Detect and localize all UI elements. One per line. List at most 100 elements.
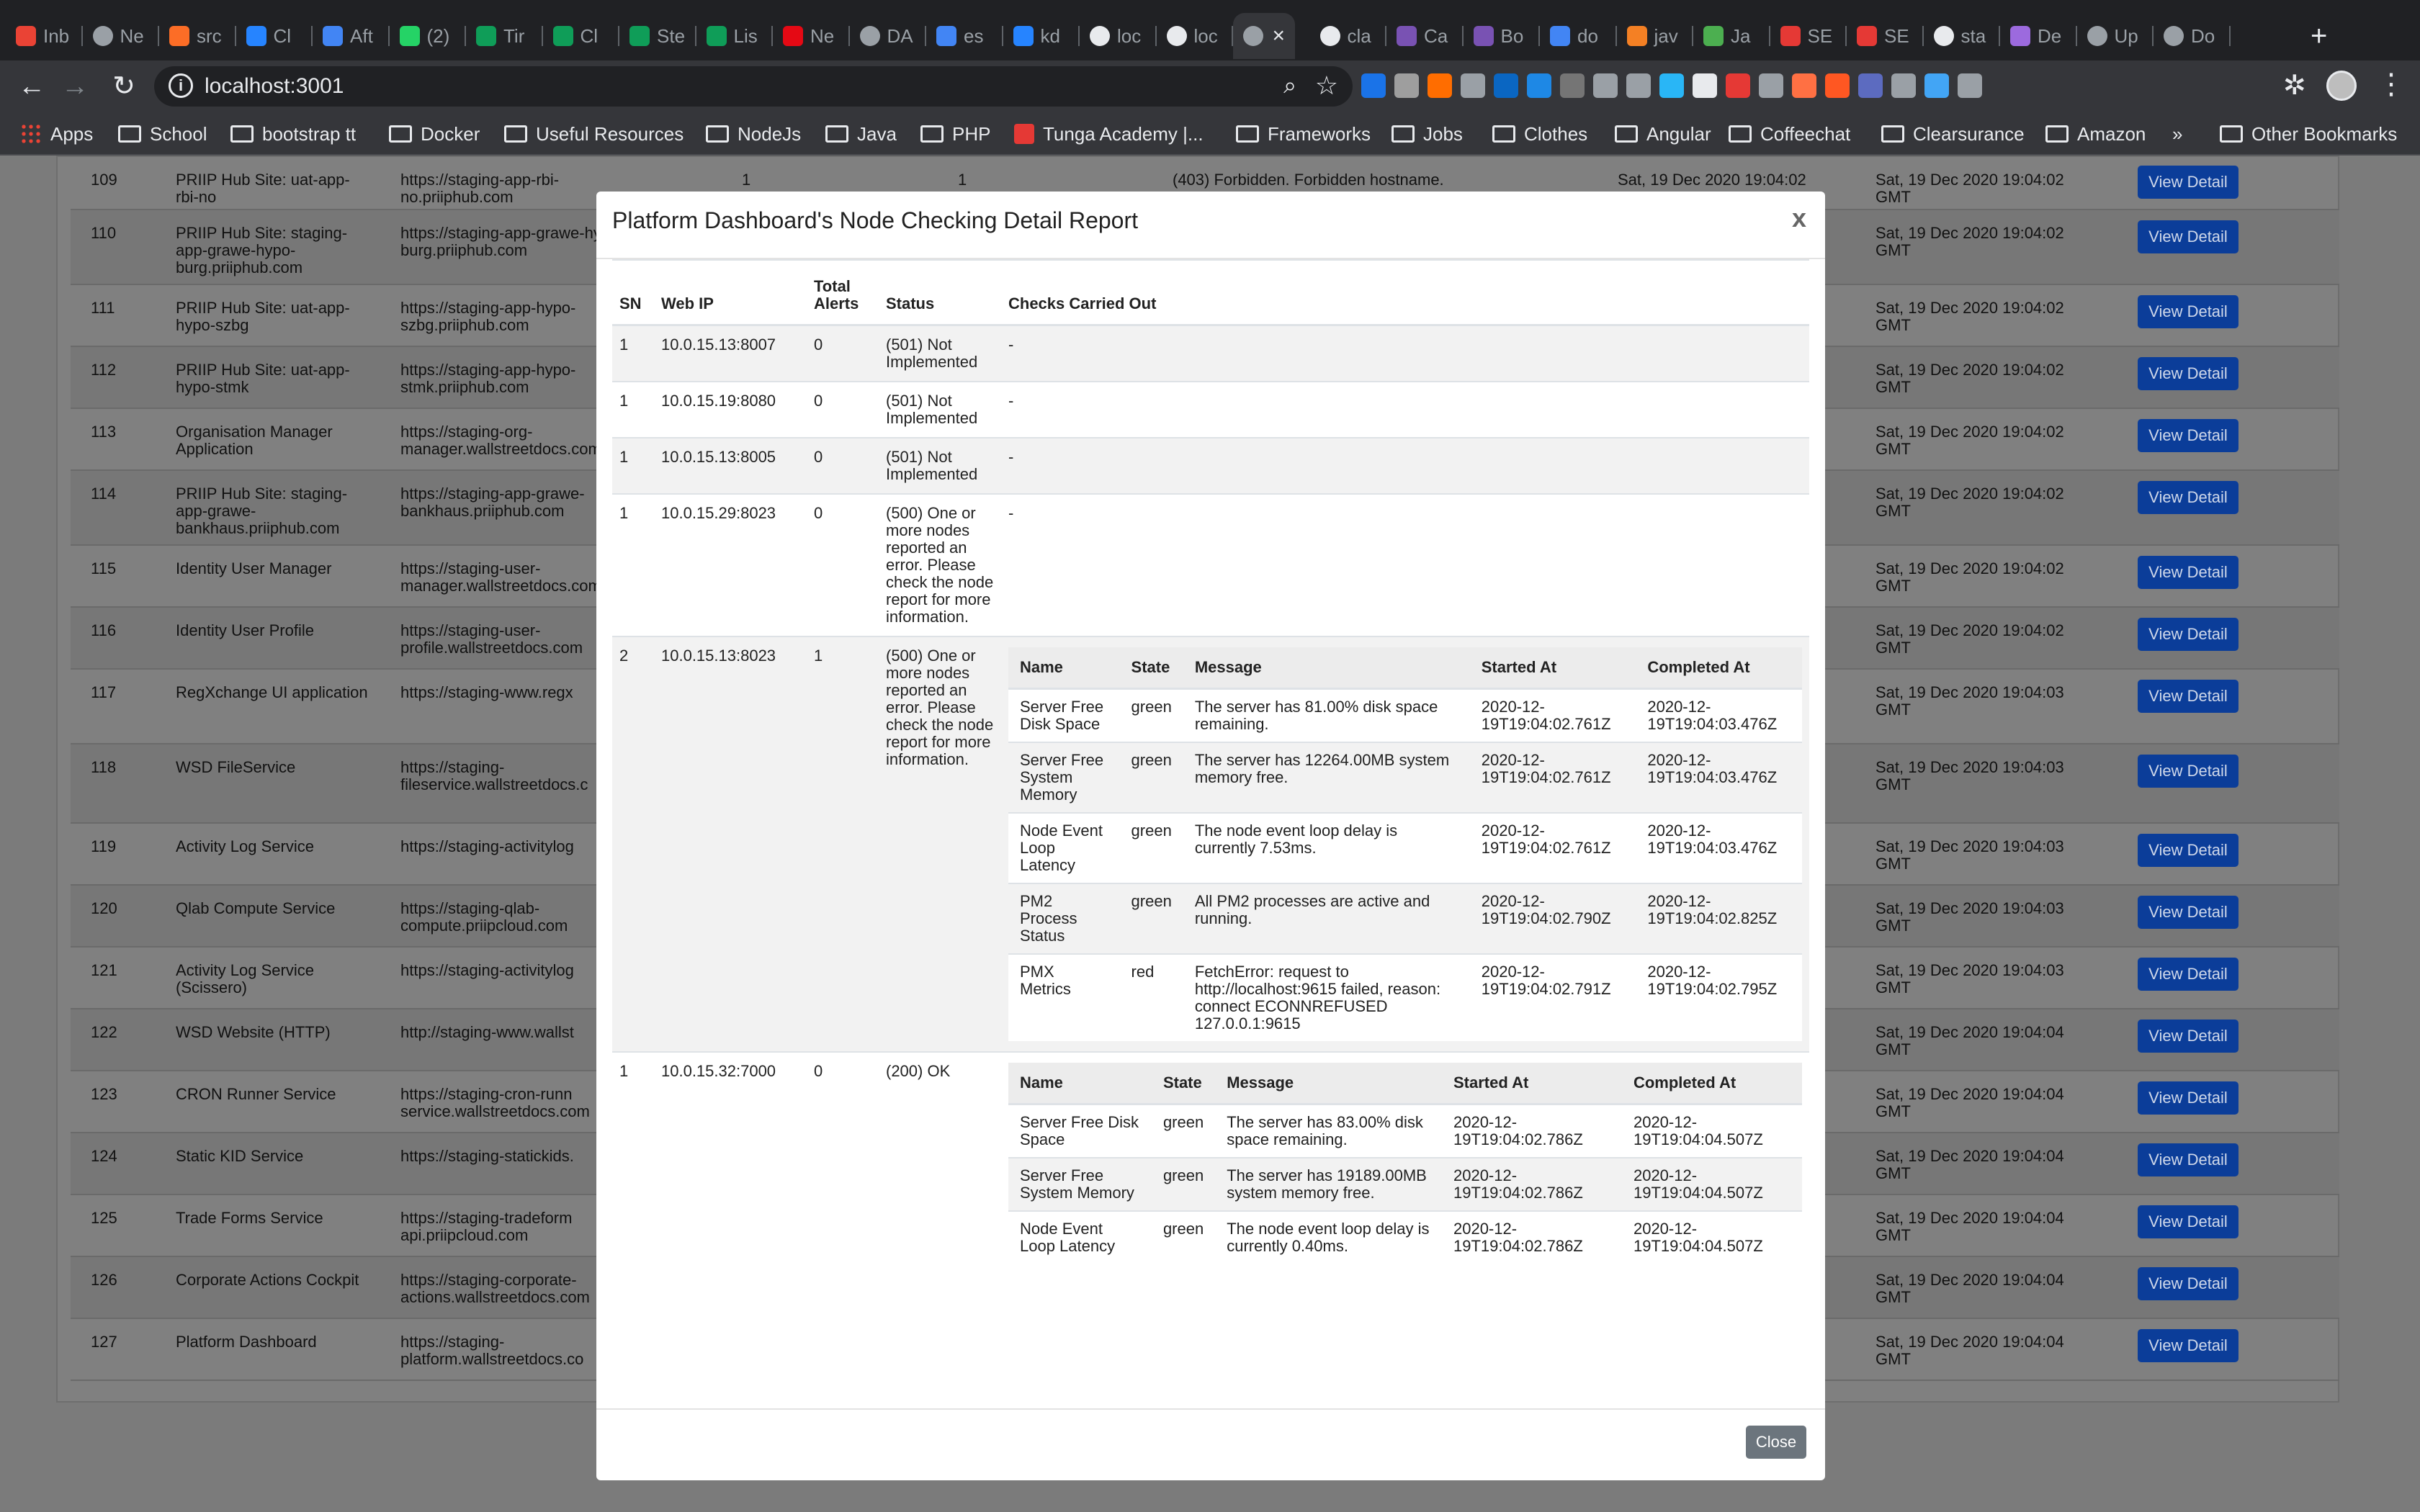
- extension-icon[interactable]: [1891, 73, 1916, 98]
- browser-menu-icon[interactable]: ⋮: [2377, 68, 2406, 101]
- browser-tab[interactable]: loc: [1157, 13, 1233, 59]
- tab-favicon-icon: [1626, 26, 1647, 46]
- bookmark-item[interactable]: Other Bookmarks: [2220, 112, 2397, 156]
- browser-tab[interactable]: De: [2000, 13, 2077, 59]
- browser-tab[interactable]: Bo: [1464, 13, 1540, 59]
- browser-tab[interactable]: Ne: [773, 13, 850, 59]
- extension-icon[interactable]: [1693, 73, 1717, 98]
- browser-tab[interactable]: Up: [2077, 13, 2154, 59]
- bookmark-item[interactable]: Tunga Academy |...: [1014, 112, 1204, 156]
- browser-tab[interactable]: es: [926, 13, 1003, 59]
- site-info-icon[interactable]: i: [169, 73, 193, 98]
- bookmark-item[interactable]: Useful Resources: [504, 112, 684, 156]
- extension-icon[interactable]: [1958, 73, 1982, 98]
- extension-icon[interactable]: [1527, 73, 1551, 98]
- bookmark-item[interactable]: School: [118, 112, 207, 156]
- bookmark-item[interactable]: Jobs: [1392, 112, 1463, 156]
- tab-title: Up: [2114, 25, 2138, 47]
- browser-tab[interactable]: Do: [2154, 13, 2231, 59]
- browser-tab[interactable]: Cl: [543, 13, 619, 59]
- tab-title: Aft: [350, 25, 373, 47]
- browser-tab[interactable]: Ne: [83, 13, 159, 59]
- check-row: PMX Metrics red FetchError: request to htt…: [1008, 953, 1802, 1041]
- close-button[interactable]: Close: [1746, 1426, 1806, 1459]
- modal-body[interactable]: SN Web IP Total Alerts Status Checks Carried…: [612, 259, 1809, 1407]
- bookmark-item[interactable]: Frameworks: [1236, 112, 1371, 156]
- bookmark-item[interactable]: »: [2172, 112, 2182, 156]
- browser-tab[interactable]: do: [1540, 13, 1617, 59]
- browser-tab[interactable]: (2): [390, 13, 466, 59]
- zoom-magnifier-icon[interactable]: ⌕: [1283, 72, 1296, 99]
- extension-icon[interactable]: [1361, 73, 1386, 98]
- tab-favicon-icon: [629, 26, 650, 46]
- bookmark-item[interactable]: Amazon: [2045, 112, 2146, 156]
- browser-tab[interactable]: Cl: [236, 13, 313, 59]
- check-started-at: 2020-12-19T19:04:02.790Z: [1469, 883, 1636, 954]
- browser-tab[interactable]: Inb: [6, 13, 83, 59]
- bookmark-item[interactable]: Angular: [1615, 112, 1711, 156]
- browser-tab[interactable]: jav: [1617, 13, 1693, 59]
- extensions-puzzle-icon[interactable]: ✲: [2283, 69, 2306, 102]
- browser-tab[interactable]: src: [159, 13, 236, 59]
- column-header: Web IP: [654, 268, 807, 326]
- browser-tab[interactable]: SE: [1770, 13, 1847, 59]
- address-bar[interactable]: i localhost:3001 ⌕ ☆: [154, 66, 1353, 107]
- column-header: Total Alerts: [807, 268, 879, 326]
- bookmark-item[interactable]: Docker: [389, 112, 480, 156]
- browser-tab[interactable]: Tir: [466, 13, 543, 59]
- browser-tab[interactable]: cla: [1310, 13, 1386, 59]
- extension-icon[interactable]: [1924, 73, 1949, 98]
- node-status: (501) Not Implemented: [879, 437, 1001, 494]
- folder-icon: [1492, 125, 1515, 143]
- browser-tab[interactable]: kd: [1003, 13, 1080, 59]
- bookmark-item[interactable]: Coffeechat: [1729, 112, 1850, 156]
- extension-icon[interactable]: [1394, 73, 1419, 98]
- browser-tab[interactable]: DA: [850, 13, 926, 59]
- checks-column-header: Started At: [1441, 1063, 1622, 1105]
- browser-tab[interactable]: Ja: [1693, 13, 1770, 59]
- extension-icon[interactable]: [1593, 73, 1618, 98]
- browser-tab[interactable]: Ste: [619, 13, 696, 59]
- extension-icon[interactable]: [1659, 73, 1684, 98]
- bookmark-item[interactable]: NodeJs: [706, 112, 801, 156]
- new-tab-plus-icon[interactable]: +: [2311, 16, 2327, 56]
- tab-title: DA: [887, 25, 913, 47]
- node-web-ip: 10.0.15.13:8005: [654, 437, 807, 494]
- browser-tab[interactable]: loc: [1080, 13, 1157, 59]
- browser-tab[interactable]: Lis: [696, 13, 773, 59]
- bookmark-item[interactable]: Java: [825, 112, 897, 156]
- bookmark-item[interactable]: PHP: [920, 112, 990, 156]
- browser-tab[interactable]: sta: [1924, 13, 2000, 59]
- address-url[interactable]: localhost:3001: [205, 66, 344, 107]
- extension-icon[interactable]: [1858, 73, 1883, 98]
- tab-separator: [2228, 26, 2231, 46]
- browser-tab[interactable]: ×: [1233, 13, 1295, 59]
- forward-arrow-icon[interactable]: →: [58, 69, 92, 104]
- browser-tab[interactable]: Aft: [313, 13, 390, 59]
- reload-icon[interactable]: ↻: [107, 69, 141, 104]
- back-arrow-icon[interactable]: ←: [14, 69, 49, 104]
- check-state: green: [1151, 1157, 1216, 1211]
- check-row: Server Free System Memory green The server…: [1008, 742, 1802, 813]
- bookmark-item[interactable]: bootstrap tt: [230, 112, 356, 156]
- extension-icon[interactable]: [1461, 73, 1485, 98]
- extension-icon[interactable]: [1626, 73, 1651, 98]
- bookmark-item[interactable]: Clearsurance: [1881, 112, 2025, 156]
- browser-tab[interactable]: Ca: [1386, 13, 1464, 59]
- tab-close-icon[interactable]: ×: [1272, 13, 1285, 59]
- bookmark-item[interactable]: Clothes: [1492, 112, 1587, 156]
- extension-icon[interactable]: [1428, 73, 1452, 98]
- extension-icon[interactable]: [1494, 73, 1518, 98]
- extension-icon[interactable]: [1560, 73, 1585, 98]
- profile-avatar[interactable]: [2326, 71, 2357, 101]
- bookmark-label: Amazon: [2077, 123, 2146, 145]
- extension-icon[interactable]: [1726, 73, 1750, 98]
- extension-icon[interactable]: [1759, 73, 1783, 98]
- bookmark-item[interactable]: Apps: [20, 112, 93, 156]
- bookmark-star-icon[interactable]: ☆: [1315, 71, 1338, 101]
- extension-icon[interactable]: [1825, 73, 1850, 98]
- tab-favicon-icon: [323, 26, 343, 46]
- extension-icon[interactable]: [1792, 73, 1816, 98]
- modal-close-x-icon[interactable]: x: [1792, 203, 1806, 233]
- browser-tab[interactable]: SE: [1847, 13, 1924, 59]
